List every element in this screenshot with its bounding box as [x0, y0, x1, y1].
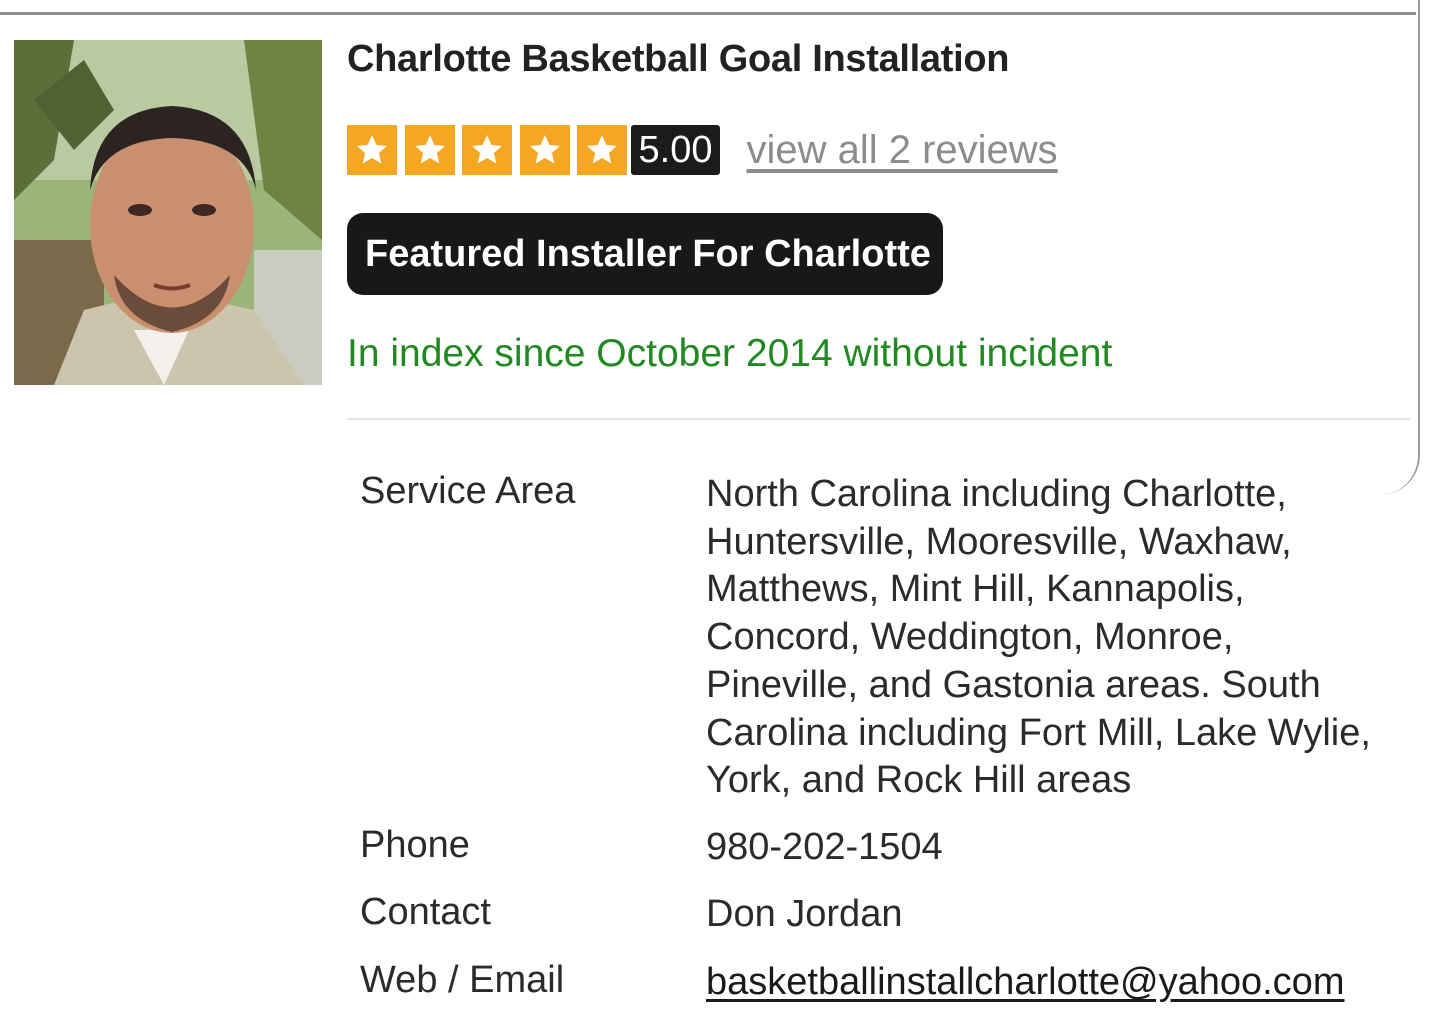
service-area-line: Matthews, Mint Hill, Kannapolis,: [706, 568, 1245, 611]
service-area-label: Service Area: [360, 470, 576, 512]
installer-photo: [14, 40, 322, 385]
email-link[interactable]: basketballinstallcharlotte@yahoo.com: [706, 961, 1344, 1003]
service-area-line: Carolina including Fort Mill, Lake Wylie…: [706, 711, 1371, 754]
screen-edge: [1360, 0, 1420, 495]
phone-value[interactable]: 980-202-1504: [706, 824, 943, 872]
phone-label: Phone: [360, 824, 470, 866]
service-area-line: Huntersville, Mooresville, Waxhaw,: [706, 520, 1292, 563]
view-reviews-link[interactable]: view all 2 reviews: [746, 128, 1057, 173]
contact-value: Don Jordan: [706, 893, 903, 935]
listing-title: Charlotte Basketball Goal Installation: [347, 38, 1010, 80]
service-area-line: Concord, Weddington, Monroe,: [706, 616, 1234, 659]
star-icon: [347, 125, 397, 175]
web-email-value: basketballinstallcharlotte@yahoo.com: [706, 959, 1344, 1007]
star-icon: [519, 125, 570, 175]
star-icon: [462, 125, 512, 175]
index-status: In index since October 2014 without inci…: [347, 332, 1113, 375]
rating-score: 5.00: [630, 125, 721, 175]
service-area-line: North Carolina including Charlotte,: [706, 473, 1287, 515]
contact-label: Contact: [360, 891, 491, 933]
section-divider: [347, 418, 1410, 420]
star-icon: [577, 125, 627, 175]
rating-row: 5.00 view all 2 reviews: [347, 124, 1058, 176]
service-area-line: York, and Rock Hill areas: [706, 759, 1132, 802]
web-email-label: Web / Email: [360, 959, 565, 1001]
service-area-value: North Carolina including Charlotte, Hunt…: [706, 471, 1371, 805]
star-icon: [404, 125, 455, 175]
featured-installer-badge: Featured Installer For Charlotte: [347, 213, 943, 295]
service-area-line: Pineville, and Gastonia areas. South: [706, 663, 1321, 706]
top-divider: [0, 12, 1416, 15]
